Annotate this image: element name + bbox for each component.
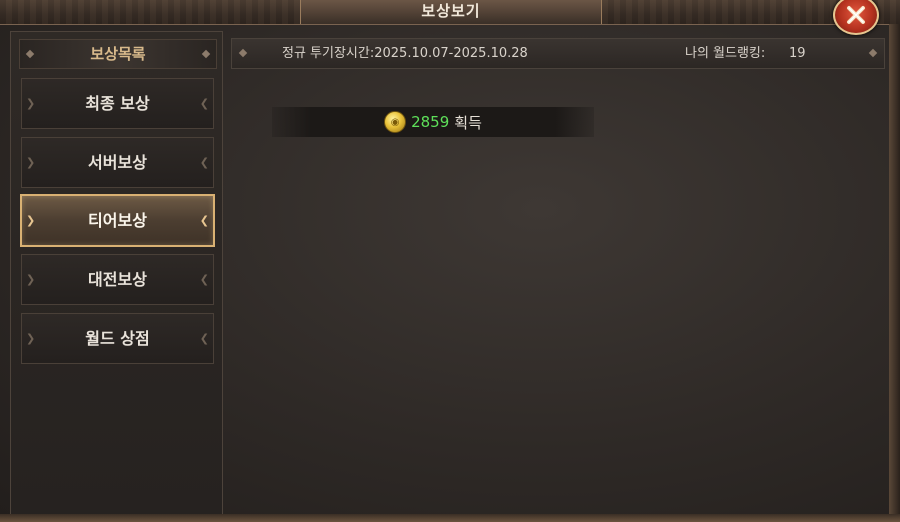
title-plate: 보상보기: [300, 0, 602, 24]
diamond-ornament-icon: [25, 49, 35, 59]
menu-item-server-reward[interactable]: ❯ 서버보상 ❮: [21, 137, 214, 188]
world-rank-value: 19: [789, 46, 806, 61]
chevron-right-icon: ❯: [26, 214, 36, 227]
menu-item-label: 월드 상점: [85, 329, 150, 348]
menu-item-battle-reward[interactable]: ❯ 대전보상 ❮: [21, 254, 214, 305]
reward-list-header: 보상목록: [19, 39, 217, 69]
chevron-right-icon: ❯: [26, 273, 36, 286]
close-x-icon: [847, 6, 865, 24]
chevron-left-icon: ❮: [199, 214, 209, 227]
menu-item-tier-reward[interactable]: ❯ 티어보상 ❮: [20, 194, 215, 247]
diamond-ornament-icon: [201, 49, 211, 59]
gold-coin-icon: ◉: [384, 111, 407, 133]
arena-info-bar: 정규 투기장시간:2025.10.07-2025.10.28 나의 월드랭킹: …: [231, 38, 885, 69]
title-bar: 보상보기: [0, 0, 900, 25]
diamond-ornament-icon: [238, 48, 248, 58]
close-button[interactable]: [833, 0, 879, 35]
reward-amount: 2859: [411, 113, 450, 131]
window-frame-bottom: [0, 514, 900, 522]
menu-item-final-reward[interactable]: ❯ 최종 보상 ❮: [21, 78, 214, 129]
arena-period-text: 정규 투기장시간:2025.10.07-2025.10.28: [282, 46, 528, 61]
reward-row: ◉ 2859 획득: [272, 107, 594, 137]
menu-item-world-shop[interactable]: ❯ 월드 상점 ❮: [21, 313, 214, 364]
diamond-ornament-icon: [868, 48, 878, 58]
chevron-right-icon: ❯: [26, 97, 36, 110]
reward-list-title: 보상목록: [90, 45, 146, 63]
title-ornament-left: [0, 0, 340, 24]
chevron-left-icon: ❮: [199, 97, 209, 110]
window-title: 보상보기: [421, 2, 481, 20]
chevron-right-icon: ❯: [26, 332, 36, 345]
reward-list-panel: 보상목록 ❯ 최종 보상 ❮ ❯ 서버보상 ❮ ❯ 티어보상 ❮ ❯ 대전보상 …: [10, 31, 223, 521]
chevron-left-icon: ❮: [199, 332, 209, 345]
menu-item-label: 서버보상: [88, 153, 147, 172]
menu-item-label: 티어보상: [88, 211, 147, 230]
chevron-right-icon: ❯: [26, 156, 36, 169]
menu-item-label: 대전보상: [88, 270, 147, 289]
reward-suffix: 획득: [454, 113, 482, 132]
world-rank-label: 나의 월드랭킹:: [685, 46, 766, 61]
menu-item-label: 최종 보상: [85, 94, 150, 113]
reward-view-window: 보상보기 보상목록 ❯ 최종 보상 ❮ ❯ 서버보상 ❮ ❯ 티어보상 ❮ ❯ …: [0, 0, 900, 522]
chevron-left-icon: ❮: [199, 273, 209, 286]
window-frame-right: [889, 24, 900, 522]
chevron-left-icon: ❮: [199, 156, 209, 169]
